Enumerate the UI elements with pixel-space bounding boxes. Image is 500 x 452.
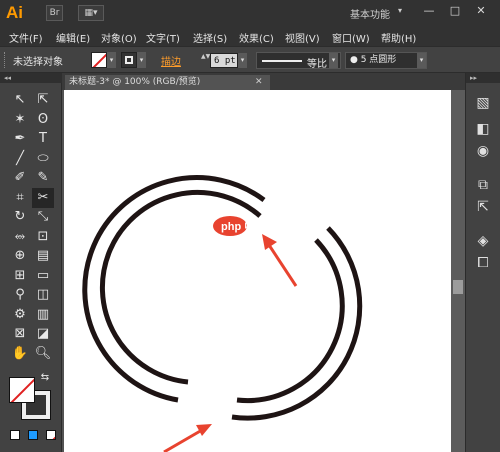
menu-file[interactable]: 文件(F): [9, 30, 43, 45]
export-icon[interactable]: ⇱: [474, 199, 492, 215]
right-panel-dock: ▸▸ ▧ ◧ ◉ ⧉ ⇱ ◈ ⧠: [465, 73, 500, 452]
perspective-grid-tool-icon[interactable]: ▤: [32, 246, 54, 266]
hand-tool-icon[interactable]: ✋: [9, 344, 31, 364]
none-mode-button[interactable]: [46, 430, 56, 440]
minimize-button[interactable]: —: [420, 4, 438, 18]
arrange-documents-button[interactable]: ▦▾: [78, 5, 104, 21]
selection-status: 未选择对象: [13, 57, 63, 68]
fill-dropdown[interactable]: ▾: [107, 52, 116, 68]
rotate-tool-icon[interactable]: ↻: [9, 207, 31, 227]
profile-dropdown[interactable]: ▾: [329, 53, 338, 68]
close-tab-icon[interactable]: ✕: [255, 75, 263, 90]
app-logo: Ai: [6, 3, 23, 22]
svg-text:php 中文网: php 中文网: [221, 219, 277, 233]
magic-wand-tool-icon[interactable]: ✶: [9, 110, 31, 130]
lasso-tool-icon[interactable]: ʘ: [32, 110, 54, 130]
vertical-scrollbar[interactable]: [451, 90, 465, 452]
document-area: 未标题-3* @ 100% (RGB/预览) ✕ php 中文网: [62, 73, 465, 452]
outer-ring-left-arc[interactable]: [82, 175, 266, 403]
profile-label: 等比: [307, 59, 327, 70]
artboard-tool-icon[interactable]: ⊠: [9, 324, 31, 344]
menu-select[interactable]: 选择(S): [193, 30, 227, 45]
stroke-label-link[interactable]: 描边: [161, 53, 181, 68]
pen-tool-icon[interactable]: ✒: [9, 129, 31, 149]
artwork: php 中文网: [82, 175, 363, 452]
inner-ring-right-arc[interactable]: [236, 238, 345, 404]
fill-swatch[interactable]: [91, 52, 107, 68]
color-panel-icon[interactable]: ▧: [474, 95, 492, 111]
vertical-scroll-thumb[interactable]: [453, 280, 463, 294]
none-color-icon: [92, 53, 106, 67]
layers-icon[interactable]: ◈: [474, 233, 492, 249]
close-button[interactable]: ✕: [472, 4, 490, 18]
scale-tool-icon[interactable]: ⤡: [32, 207, 54, 227]
stroke-weight-dropdown[interactable]: ▾: [238, 53, 247, 68]
fill-color-box[interactable]: [9, 377, 35, 403]
zoom-tool-icon[interactable]: 🔍︎: [32, 344, 54, 364]
document-tab-bar: 未标题-3* @ 100% (RGB/预览) ✕: [62, 73, 465, 90]
direct-selection-tool-icon[interactable]: ⇱: [32, 90, 54, 110]
menu-effect[interactable]: 效果(C): [239, 30, 274, 45]
workspace-switcher[interactable]: 基本功能: [350, 6, 390, 21]
column-graph-tool-icon[interactable]: ▥: [32, 305, 54, 325]
pencil-tool-icon[interactable]: ✎: [32, 168, 54, 188]
tools-panel: ◂◂ ↖ ⇱ ✶ ʘ ✒ T ╱ ⬭ ✐ ✎ ⌗ ✂ ↻ ⤡ ⥈ ⊡ ⊕ ▤ ⊞ ▭ ⚲ ◫ ⚙ ▥ ⊠ ◪ ✋ 🔍︎ ⇆: [0, 73, 62, 452]
menu-edit[interactable]: 编辑(E): [56, 30, 90, 45]
title-bar: Ai Br ▦▾ 基本功能 ▾ — □ ✕: [0, 0, 500, 26]
bridge-button[interactable]: Br: [46, 5, 63, 21]
width-tool-icon[interactable]: ⥈: [9, 227, 31, 247]
annotation-arrow-bottom: [163, 424, 212, 452]
menu-window[interactable]: 窗口(W): [332, 30, 370, 45]
brush-dropdown[interactable]: ▾: [417, 53, 426, 68]
watermark-logo: php 中文网: [213, 216, 277, 236]
workspace-dropdown-icon[interactable]: ▾: [398, 6, 402, 15]
shape-builder-tool-icon[interactable]: ⊕: [9, 246, 31, 266]
maximize-button[interactable]: □: [446, 4, 464, 18]
line-tool-icon[interactable]: ╱: [9, 149, 31, 169]
blend-tool-icon[interactable]: ◫: [32, 285, 54, 305]
slice-tool-icon[interactable]: ◪: [32, 324, 54, 344]
scissors-tool-icon[interactable]: ✂: [32, 187, 54, 208]
none-mode-icon: [52, 436, 55, 439]
illustrator-window: Ai Br ▦▾ 基本功能 ▾ — □ ✕ 文件(F) 编辑(E) 对象(O) …: [0, 0, 500, 452]
ellipse-tool-icon[interactable]: ⬭: [32, 149, 54, 169]
paintbrush-tool-icon[interactable]: ✐: [9, 168, 31, 188]
appearance-icon[interactable]: ◉: [474, 143, 492, 159]
type-tool-icon[interactable]: T: [32, 129, 54, 149]
mesh-tool-icon[interactable]: ⊞: [9, 266, 31, 286]
symbol-sprayer-tool-icon[interactable]: ⚙: [9, 305, 31, 325]
transform-icon[interactable]: ⧉: [474, 177, 492, 193]
swap-fill-stroke-icon[interactable]: ⇆: [38, 371, 52, 385]
annotation-arrow-top: [262, 234, 298, 287]
free-transform-tool-icon[interactable]: ⊡: [32, 227, 54, 247]
stroke-weight-field[interactable]: 6 pt: [210, 53, 238, 68]
menu-view[interactable]: 视图(V): [285, 30, 320, 45]
control-panel: 未选择对象 ▾ ▾ 描边 ▲▼ 6 pt ▾ 等比 ▾ ● 5 点圆形 ▾: [0, 46, 500, 73]
document-tab[interactable]: 未标题-3* @ 100% (RGB/预览) ✕: [65, 75, 270, 90]
menu-object[interactable]: 对象(O): [101, 30, 137, 45]
stroke-swatch[interactable]: [121, 52, 137, 68]
menu-bar: 文件(F) 编辑(E) 对象(O) 文字(T) 选择(S) 效果(C) 视图(V…: [0, 26, 500, 46]
artboards-icon[interactable]: ⧠: [474, 255, 492, 271]
selection-tool-icon[interactable]: ↖: [9, 90, 31, 110]
color-mode-button[interactable]: [10, 430, 20, 440]
gradient-tool-icon[interactable]: ▭: [32, 266, 54, 286]
menu-help[interactable]: 帮助(H): [381, 30, 416, 45]
stroke-dropdown[interactable]: ▾: [137, 52, 146, 68]
panel-grip[interactable]: [4, 52, 7, 68]
brush-definition[interactable]: ● 5 点圆形: [345, 52, 427, 69]
eyedropper-tool-icon[interactable]: ⚲: [9, 285, 31, 305]
tools-panel-header[interactable]: ◂◂: [0, 73, 62, 83]
none-fill-icon: [10, 378, 34, 402]
gradient-mode-button[interactable]: [28, 430, 38, 440]
profile-line-icon: [262, 60, 302, 62]
color-guide-icon[interactable]: ◧: [474, 121, 492, 137]
artboard[interactable]: php 中文网: [64, 90, 451, 452]
stroke-weight-spinner[interactable]: ▲▼: [201, 53, 210, 68]
stroke-color-icon: [125, 56, 133, 64]
right-dock-header[interactable]: ▸▸: [466, 73, 500, 83]
menu-type[interactable]: 文字(T): [146, 30, 180, 45]
blob-brush-tool-icon[interactable]: ⌗: [9, 188, 31, 208]
document-tab-title: 未标题-3* @ 100% (RGB/预览): [69, 77, 201, 87]
